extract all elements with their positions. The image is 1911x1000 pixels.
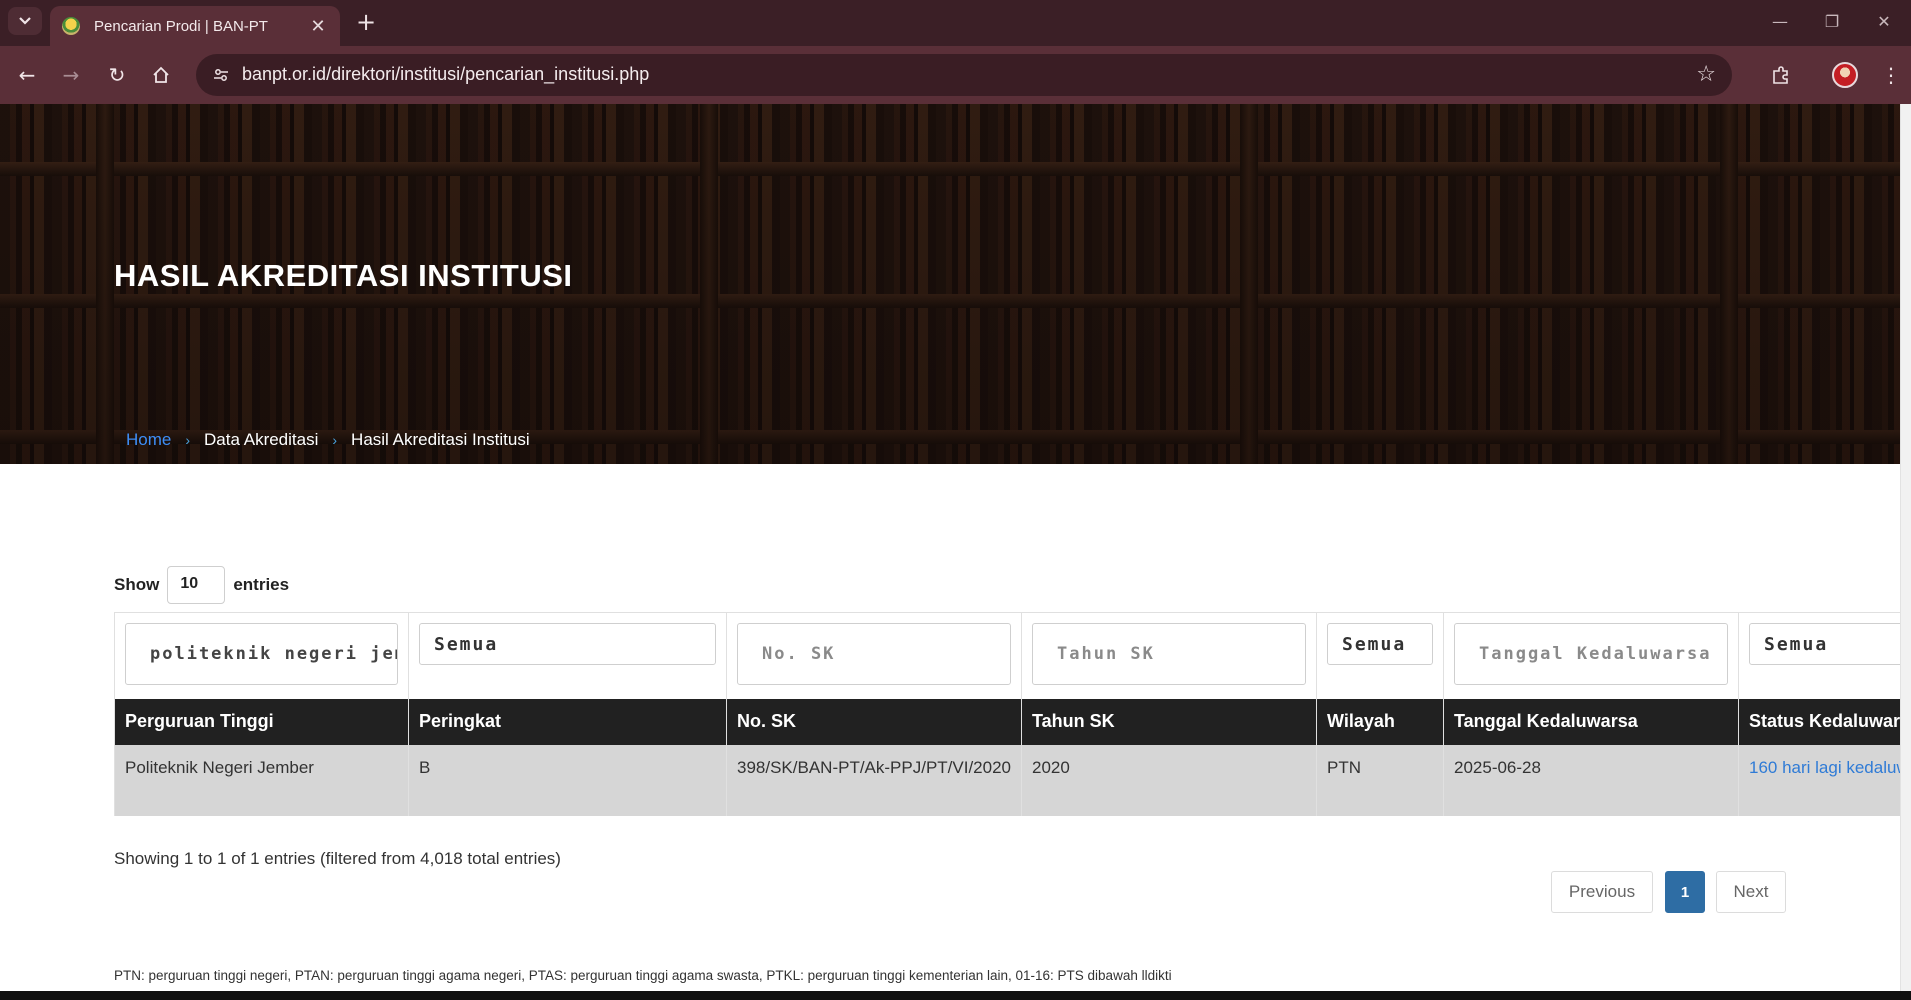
- puzzle-icon: [1773, 66, 1788, 84]
- filter-cell: Tahun SK: [1021, 612, 1317, 699]
- reload-button[interactable]: ↻: [102, 60, 132, 90]
- results-table-container: politeknik negeri jemb Semua No. SK Tahu…: [114, 612, 1900, 816]
- header-row: Perguruan Tinggi Peringkat No. SK Tahun …: [114, 698, 1900, 745]
- close-icon[interactable]: ✕: [308, 16, 328, 37]
- filter-cell: Tanggal Kedaluwarsa: [1443, 612, 1739, 699]
- table-row: Politeknik Negeri Jember B 398/SK/BAN-PT…: [114, 744, 1900, 816]
- filter-perguruan-tinggi-input[interactable]: politeknik negeri jemb: [125, 623, 398, 685]
- back-button[interactable]: ←: [12, 60, 42, 90]
- breadcrumb-home-link[interactable]: Home: [126, 430, 171, 450]
- home-icon: [153, 66, 169, 83]
- filter-cell: Semua: [1316, 612, 1444, 699]
- cell-peringkat: B: [408, 744, 727, 816]
- site-info-button[interactable]: [208, 62, 234, 88]
- filter-status-kedaluwarsa-select[interactable]: Semua: [1749, 623, 1900, 665]
- hero-banner: HASIL AKREDITASI INSTITUSI Home › Data A…: [0, 104, 1900, 464]
- cell-wilayah: PTN: [1316, 744, 1444, 816]
- page-bottom-edge: [0, 991, 1911, 1000]
- breadcrumb: Home › Data Akreditasi › Hasil Akreditas…: [126, 430, 530, 450]
- site-favicon-icon: [62, 17, 80, 35]
- star-icon[interactable]: ☆: [1696, 62, 1716, 88]
- filter-cell: Semua: [408, 612, 727, 699]
- column-header-status-kedaluwarsa[interactable]: Status Kedaluwarsa: [1738, 698, 1900, 745]
- profile-avatar[interactable]: [1832, 62, 1858, 88]
- page-title: HASIL AKREDITASI INSTITUSI: [114, 258, 573, 293]
- entries-label: entries: [233, 575, 290, 594]
- arrow-right-icon: →: [62, 63, 80, 87]
- entries-length-control: Show 10 entries: [114, 566, 289, 604]
- column-header-peringkat[interactable]: Peringkat: [408, 698, 727, 745]
- cell-no-sk: 398/SK/BAN-PT/Ak-PPJ/PT/VI/2020: [726, 744, 1022, 816]
- browser-tab[interactable]: Pencarian Prodi | BAN-PT ✕: [50, 6, 340, 46]
- table-info: Showing 1 to 1 of 1 entries (filtered fr…: [114, 849, 561, 868]
- plus-icon: +: [355, 8, 377, 36]
- extensions-button[interactable]: [1766, 60, 1796, 90]
- column-header-perguruan-tinggi[interactable]: Perguruan Tinggi: [114, 698, 409, 745]
- new-tab-button[interactable]: +: [352, 9, 380, 37]
- restore-button[interactable]: ❐: [1810, 8, 1854, 36]
- kebab-menu-icon: ⋮: [1881, 63, 1901, 87]
- reload-icon: ↻: [108, 63, 126, 87]
- status-kedaluwarsa-link[interactable]: 160 hari lagi kedaluwarsa: [1749, 758, 1900, 777]
- cell-perguruan-tinggi: Politeknik Negeri Jember: [114, 744, 409, 816]
- column-header-tahun-sk[interactable]: Tahun SK: [1021, 698, 1317, 745]
- cell-tahun-sk: 2020: [1021, 744, 1317, 816]
- previous-button[interactable]: Previous: [1551, 871, 1653, 913]
- chevron-right-icon: ›: [332, 432, 338, 448]
- page-1-button[interactable]: 1: [1665, 871, 1705, 913]
- cell-tanggal-kedaluwarsa: 2025-06-28: [1443, 744, 1739, 816]
- filter-tahun-sk-input[interactable]: Tahun SK: [1032, 623, 1306, 685]
- url-text[interactable]: banpt.or.id/direktori/institusi/pencaria…: [242, 64, 649, 85]
- legend-footnote: PTN: perguruan tinggi negeri, PTAN: perg…: [114, 968, 1172, 983]
- page-scrollbar[interactable]: [1900, 104, 1911, 1000]
- filter-cell: No. SK: [726, 612, 1022, 699]
- chevron-down-icon: [19, 17, 31, 25]
- breadcrumb-current: Hasil Akreditasi Institusi: [351, 430, 530, 449]
- entries-select[interactable]: 10: [167, 566, 226, 604]
- tab-list-button[interactable]: [8, 7, 42, 35]
- filter-no-sk-input[interactable]: No. SK: [737, 623, 1011, 685]
- minimize-button[interactable]: —: [1758, 8, 1802, 36]
- filter-cell: politeknik negeri jemb: [114, 612, 409, 699]
- results-table: politeknik negeri jemb Semua No. SK Tahu…: [114, 612, 1900, 816]
- column-header-tanggal-kedaluwarsa[interactable]: Tanggal Kedaluwarsa: [1443, 698, 1739, 745]
- filter-row: politeknik negeri jemb Semua No. SK Tahu…: [114, 612, 1900, 699]
- filter-tanggal-kedaluwarsa-input[interactable]: Tanggal Kedaluwarsa: [1454, 623, 1728, 685]
- chevron-right-icon: ›: [185, 432, 191, 448]
- tune-icon: [214, 69, 228, 81]
- filter-peringkat-select[interactable]: Semua: [419, 623, 716, 665]
- filter-wilayah-select[interactable]: Semua: [1327, 623, 1433, 665]
- column-header-no-sk[interactable]: No. SK: [726, 698, 1022, 745]
- browser-toolbar: ← → ↻ banpt.or.id/direktori/institusi/pe…: [0, 46, 1911, 104]
- filter-cell: Semua: [1738, 612, 1900, 699]
- address-bar[interactable]: banpt.or.id/direktori/institusi/pencaria…: [196, 54, 1732, 96]
- browser-menu-button[interactable]: ⋮: [1876, 60, 1906, 90]
- close-window-button[interactable]: ✕: [1862, 8, 1906, 36]
- show-label: Show: [114, 575, 160, 594]
- breadcrumb-data-akreditasi[interactable]: Data Akreditasi: [204, 430, 318, 450]
- next-button[interactable]: Next: [1716, 871, 1786, 913]
- column-header-wilayah[interactable]: Wilayah: [1316, 698, 1444, 745]
- tab-title: Pencarian Prodi | BAN-PT: [94, 17, 268, 35]
- arrow-left-icon: ←: [18, 63, 36, 87]
- browser-tab-bar: Pencarian Prodi | BAN-PT ✕ + — ❐ ✕: [0, 0, 1911, 46]
- home-button[interactable]: [146, 60, 176, 90]
- cell-status-kedaluwarsa: 160 hari lagi kedaluwarsa: [1738, 744, 1900, 816]
- forward-button[interactable]: →: [56, 60, 86, 90]
